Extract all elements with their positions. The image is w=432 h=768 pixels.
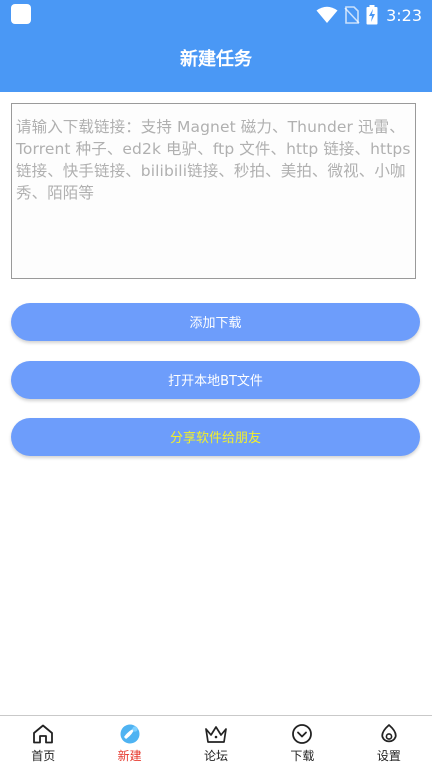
app-notification-icon <box>11 4 31 24</box>
open-bt-file-button[interactable]: 打开本地BT文件 <box>11 361 420 399</box>
nav-label-home: 首页 <box>31 749 56 763</box>
status-time: 3:23 <box>386 5 422 25</box>
bottom-nav: 首页 新建 论坛 下载 设置 <box>0 715 432 768</box>
nav-item-settings[interactable]: 设置 <box>346 716 432 768</box>
status-icons: 3:23 <box>310 3 422 27</box>
add-download-button[interactable]: 添加下载 <box>11 303 420 341</box>
new-task-icon <box>118 723 142 745</box>
status-bar: 3:23 <box>0 0 432 30</box>
wifi-icon <box>316 6 338 24</box>
page-title: 新建任务 <box>180 49 252 70</box>
nav-item-forum[interactable]: 论坛 <box>173 716 259 768</box>
nav-item-new[interactable]: 新建 <box>86 716 172 768</box>
download-icon <box>290 723 314 745</box>
no-sim-icon <box>344 6 360 24</box>
nav-label-new: 新建 <box>117 749 142 763</box>
share-app-button[interactable]: 分享软件给朋友 <box>11 418 420 456</box>
link-input-placeholder: 请输入下载链接：支持 Magnet 磁力、Thunder 迅雷、Torrent … <box>16 118 411 202</box>
app-header: 3:23 新建任务 <box>0 0 432 92</box>
nav-item-download[interactable]: 下载 <box>259 716 345 768</box>
nav-label-forum: 论坛 <box>204 749 229 763</box>
settings-icon <box>377 723 401 745</box>
nav-item-home[interactable]: 首页 <box>0 716 86 768</box>
home-icon <box>31 723 55 745</box>
nav-label-download: 下载 <box>290 749 315 763</box>
download-link-input[interactable]: 请输入下载链接：支持 Magnet 磁力、Thunder 迅雷、Torrent … <box>11 103 416 279</box>
nav-label-settings: 设置 <box>376 749 401 763</box>
battery-charging-icon <box>366 5 378 25</box>
crown-icon <box>204 723 228 745</box>
